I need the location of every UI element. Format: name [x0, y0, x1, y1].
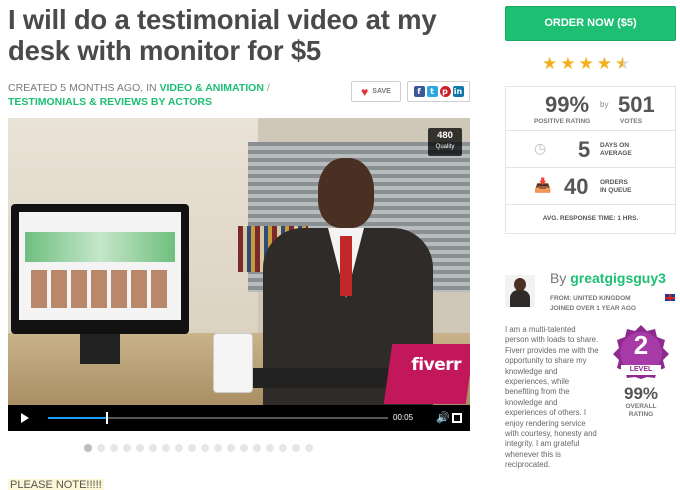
video-keyboard	[253, 368, 388, 388]
fullscreen-icon[interactable]	[452, 413, 462, 423]
positive-rating-label: POSITIVE RATING	[534, 118, 591, 125]
gallery-dot[interactable]	[214, 444, 222, 452]
quality-button[interactable]: 480 Quality	[428, 128, 462, 156]
fiverr-watermark: fiverr	[411, 355, 461, 375]
days-label-line-2: AVERAGE	[600, 150, 632, 157]
gallery-dot[interactable]	[266, 444, 274, 452]
gallery-dot[interactable]	[188, 444, 196, 452]
video-time: 00:05	[393, 413, 414, 422]
video-monitor	[11, 204, 189, 334]
level-badge: 2 LEVEL	[611, 323, 671, 379]
gallery-dot[interactable]	[175, 444, 183, 452]
gallery-dot[interactable]	[110, 444, 118, 452]
overall-rating-label: OVERALL RATING	[610, 403, 672, 419]
seller-bio: I am a multi-talented person with loads …	[505, 325, 599, 470]
save-label: SAVE	[372, 88, 391, 95]
overall-rating-value: 99%	[623, 384, 659, 403]
pinterest-icon[interactable]: p	[439, 86, 451, 97]
gallery-dot[interactable]	[292, 444, 300, 452]
video-phone	[213, 333, 253, 393]
gallery-dot[interactable]	[279, 444, 287, 452]
star-icon: ★	[560, 54, 576, 74]
queue-label: ORDERS IN QUEUE	[600, 179, 631, 195]
category-separator: /	[266, 82, 270, 94]
overall-rating-line-2: RATING	[628, 411, 654, 418]
clock-icon: ◷	[534, 141, 547, 157]
star-icon: ★	[542, 54, 558, 74]
video-monitor-stand	[80, 334, 120, 364]
queue-label-line-1: ORDERS	[600, 179, 628, 186]
queue-value: 40	[564, 174, 589, 199]
seek-bar[interactable]	[48, 412, 388, 424]
quality-value: 480	[437, 130, 453, 141]
share-buttons: f t p in	[407, 81, 470, 102]
days-label: DAYS ON AVERAGE	[600, 142, 632, 158]
linkedin-icon[interactable]: in	[452, 86, 464, 97]
avatar[interactable]	[505, 275, 535, 307]
days-label-line-1: DAYS ON	[600, 142, 630, 149]
seller-info: FROM: UNITED KINGDOM JOINED OVER 1 YEAR …	[550, 294, 636, 314]
gig-stats: 99% POSITIVE RATING by 501 VOTES ◷ 5 DAY…	[505, 86, 676, 234]
level-label: LEVEL	[621, 365, 661, 375]
response-time-label: AVG. RESPONSE TIME:	[542, 215, 616, 222]
delivery-row: ◷ 5 DAYS ON AVERAGE	[506, 131, 675, 168]
gallery-dot[interactable]	[227, 444, 235, 452]
seller-joined: JOINED OVER 1 YEAR AGO	[550, 305, 636, 312]
volume-icon[interactable]: 🔊	[436, 412, 450, 423]
queue-label-line-2: IN QUEUE	[600, 187, 632, 194]
gallery-dot[interactable]	[136, 444, 144, 452]
video-player[interactable]: fiverr 480 Quality 00:05 🔊	[8, 118, 470, 431]
save-button[interactable]: ♥ SAVE	[351, 81, 401, 102]
category-link[interactable]: VIDEO & ANIMATION	[160, 82, 264, 94]
seller-name-link[interactable]: greatgigsguy3	[570, 270, 666, 286]
response-time-value: 1 HRS.	[617, 215, 639, 222]
inbox-icon: 📥	[534, 178, 552, 194]
overall-rating-line-1: OVERALL	[625, 403, 657, 410]
gig-title: I will do a testimonial video at my desk…	[8, 4, 437, 66]
gallery-dot[interactable]	[253, 444, 261, 452]
gallery-dot[interactable]	[123, 444, 131, 452]
star-icon: ★	[596, 54, 612, 74]
gallery-dots	[84, 444, 313, 452]
seller-country: UNITED KINGDOM	[573, 295, 631, 302]
play-icon[interactable]	[21, 413, 29, 423]
gallery-dot[interactable]	[149, 444, 157, 452]
seek-handle[interactable]	[105, 412, 108, 424]
gallery-dot[interactable]	[240, 444, 248, 452]
order-button[interactable]: ORDER NOW ($5)	[505, 6, 676, 41]
days-value: 5	[578, 137, 591, 162]
gallery-dot[interactable]	[201, 444, 209, 452]
votes-label: VOTES	[620, 118, 643, 125]
note-heading: PLEASE NOTE!!!!!	[8, 479, 104, 490]
video-frame[interactable]: fiverr	[8, 118, 470, 405]
video-controls: 00:05 🔊	[8, 405, 470, 431]
facebook-icon[interactable]: f	[413, 86, 425, 97]
heart-icon: ♥	[361, 84, 369, 99]
star-rating: ★ ★ ★ ★ ★	[542, 55, 630, 73]
gallery-dot[interactable]	[162, 444, 170, 452]
gallery-dot[interactable]	[84, 444, 92, 452]
subcategory-link[interactable]: TESTIMONIALS & REVIEWS BY ACTORS	[8, 96, 212, 108]
response-time: AVG. RESPONSE TIME: 1 HRS.	[506, 215, 675, 222]
by-text: by	[600, 100, 609, 109]
votes-value: 501	[618, 92, 655, 117]
quality-label: Quality	[435, 144, 455, 150]
rating-row: 99% POSITIVE RATING by 501 VOTES	[506, 87, 675, 131]
queue-row: 📥 40 ORDERS IN QUEUE	[506, 168, 675, 205]
positive-rating-value: 99%	[545, 92, 590, 117]
created-text: CREATED 5 MONTHS AGO, IN	[8, 82, 157, 94]
seller-by-text: By	[550, 270, 567, 286]
gallery-dot[interactable]	[305, 444, 313, 452]
seek-progress	[48, 417, 106, 419]
level-number: 2	[633, 330, 649, 360]
twitter-icon[interactable]: t	[426, 86, 438, 97]
star-icon: ★	[578, 54, 594, 74]
half-star-icon: ★	[615, 54, 631, 74]
gallery-dot[interactable]	[97, 444, 105, 452]
gig-meta: CREATED 5 MONTHS AGO, IN VIDEO & ANIMATI…	[8, 81, 348, 109]
uk-flag-icon	[665, 294, 675, 301]
seller-from-label: FROM:	[550, 295, 572, 302]
seller-byline: By greatgigsguy3	[550, 270, 666, 286]
